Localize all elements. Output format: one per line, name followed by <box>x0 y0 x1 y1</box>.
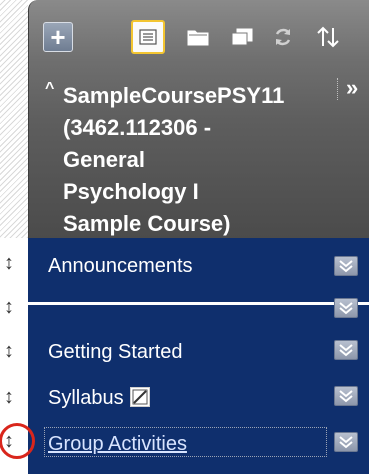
window-icon <box>231 28 253 46</box>
chevron-down-icon <box>339 436 353 449</box>
menu-divider <box>28 302 369 305</box>
menu-item-label: Announcements <box>48 255 193 277</box>
hidden-from-students-icon <box>129 387 150 407</box>
menu-item-label: Getting Started <box>48 341 183 363</box>
sort-icon <box>317 26 339 48</box>
course-title: SampleCoursePSY11 (3462.112306 - General… <box>63 83 285 236</box>
item-options-button[interactable] <box>334 432 358 452</box>
list-view-button[interactable] <box>131 20 165 54</box>
course-menu-list: Announcements Getting Started Syllabus G… <box>28 238 369 474</box>
list-icon <box>139 29 157 45</box>
item-options-button[interactable] <box>334 298 358 318</box>
item-options-button[interactable] <box>334 256 358 276</box>
chevron-down-icon <box>339 344 353 357</box>
menu-item-getting-started[interactable]: Getting Started <box>28 332 369 372</box>
item-options-button[interactable] <box>334 386 358 406</box>
course-menu-header: + ^ SampleCoursePSY11 (3462.112306 - Gen… <box>28 0 369 238</box>
item-options-button[interactable] <box>334 340 358 360</box>
menu-toolbar: + <box>29 0 369 70</box>
expand-menu-button[interactable]: » <box>337 77 369 100</box>
chevron-down-icon <box>339 302 353 315</box>
menu-item-syllabus[interactable]: Syllabus <box>28 378 369 418</box>
reorder-button[interactable] <box>313 22 343 52</box>
plus-icon: + <box>50 22 66 52</box>
add-menu-item-button[interactable]: + <box>43 22 73 52</box>
drag-handle-icon[interactable]: ↕ <box>4 338 18 364</box>
open-window-button[interactable] <box>229 26 255 48</box>
drag-handle-icon[interactable]: ↕ <box>4 384 18 410</box>
highlight-circle <box>0 423 35 459</box>
folder-view-button[interactable] <box>185 26 211 48</box>
collapse-menu-button[interactable]: ^ <box>45 80 61 100</box>
refresh-icon <box>275 28 291 46</box>
menu-item-announcements[interactable]: Announcements <box>28 246 369 286</box>
course-menu-panel: + ^ SampleCoursePSY11 (3462.112306 - Gen… <box>28 0 369 474</box>
menu-item-group-activities[interactable]: Group Activities <box>28 424 369 464</box>
drag-handle-icon[interactable]: ↕ <box>4 294 18 320</box>
folder-icon <box>187 30 209 46</box>
menu-item-label: Syllabus <box>48 386 150 410</box>
menu-item-link[interactable]: Group Activities <box>48 432 187 456</box>
chevron-down-icon <box>339 260 353 273</box>
menu-item-text: Syllabus <box>48 387 124 409</box>
drag-handle-icon[interactable]: ↕ <box>4 250 18 276</box>
chevron-down-icon <box>339 390 353 403</box>
refresh-button[interactable] <box>269 24 297 50</box>
